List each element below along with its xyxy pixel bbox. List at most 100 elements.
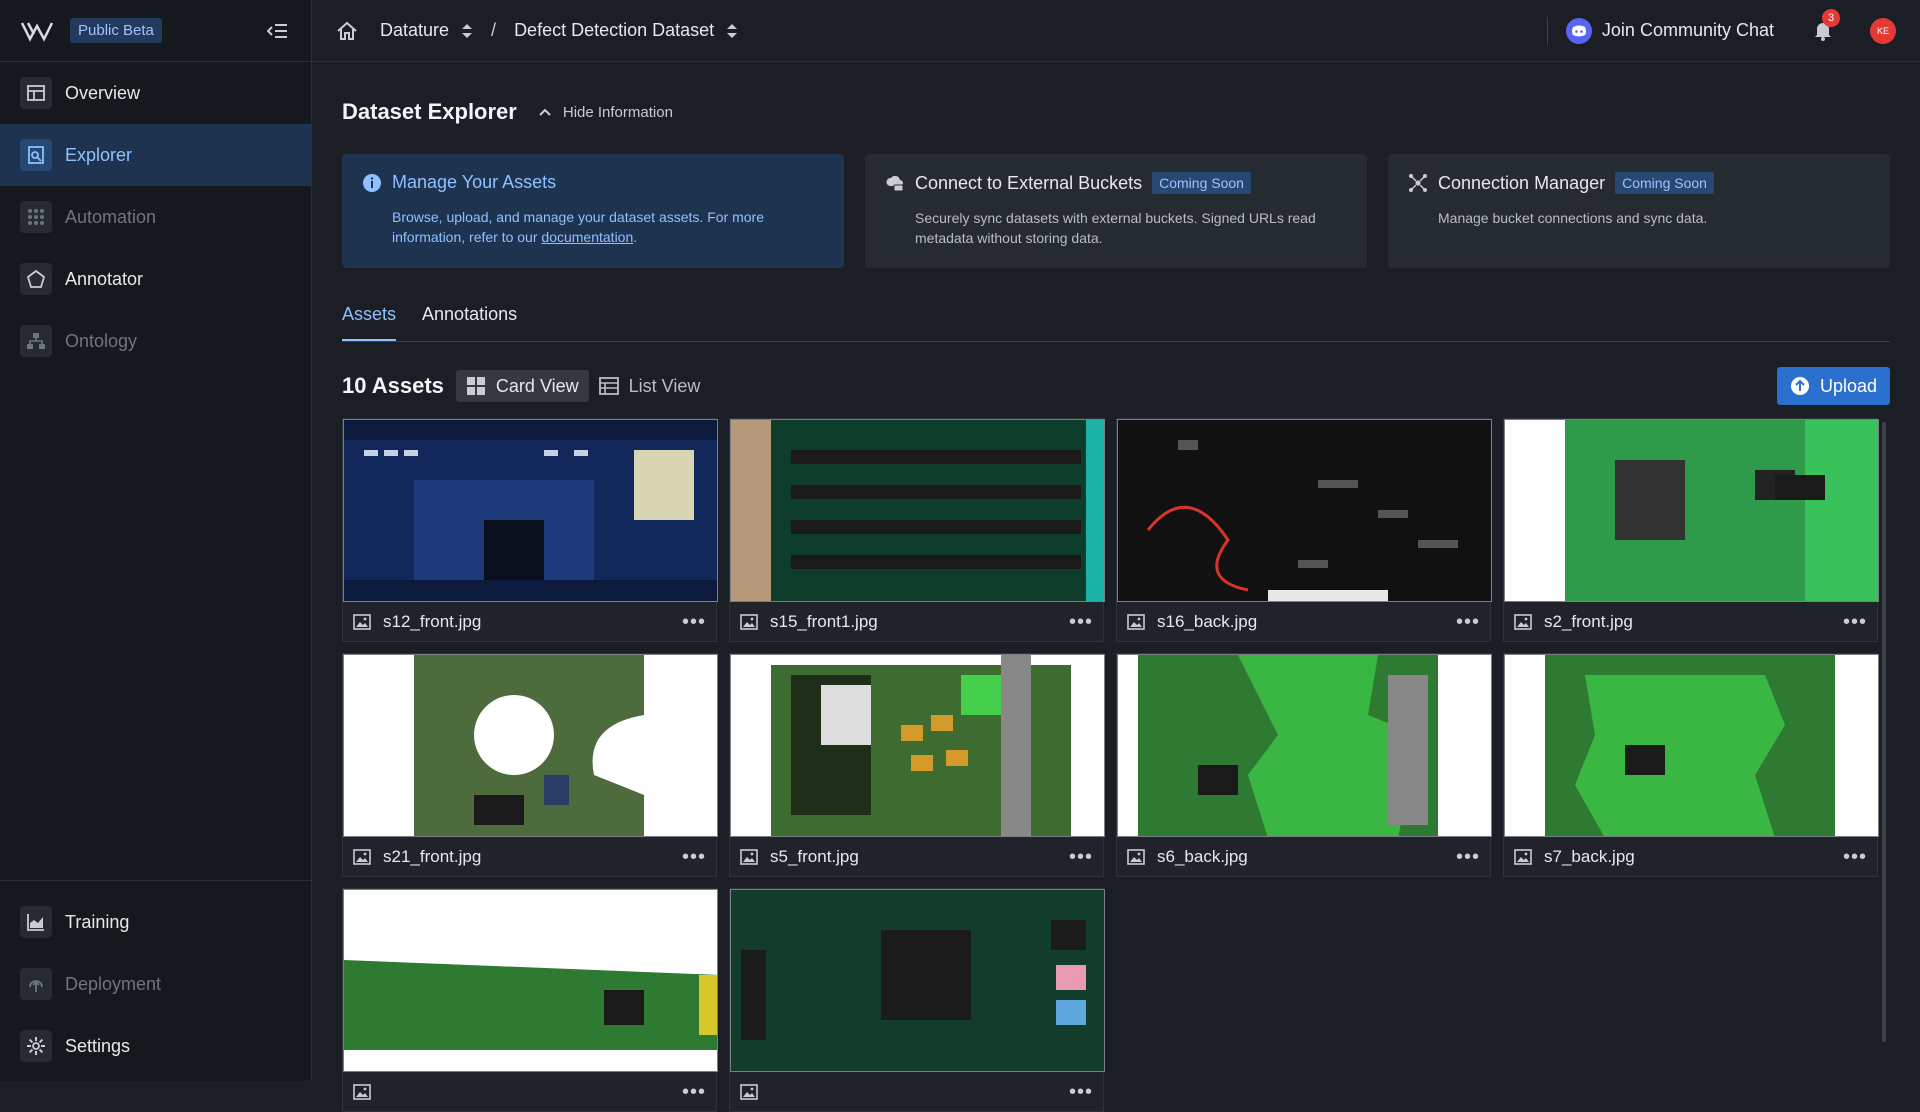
overview-icon bbox=[20, 77, 52, 109]
card-title: Connect to External Buckets bbox=[915, 172, 1143, 193]
more-options-icon[interactable]: ••• bbox=[1069, 846, 1093, 869]
asset-thumbnail[interactable] bbox=[1504, 654, 1879, 837]
card-title: Connection Manager bbox=[1438, 172, 1606, 193]
asset-card[interactable]: s15_front1.jpg ••• bbox=[729, 418, 1105, 642]
card-title: Manage Your Assets bbox=[392, 172, 557, 192]
image-icon bbox=[1514, 849, 1532, 865]
home-icon[interactable] bbox=[336, 21, 358, 41]
sidebar-item-automation[interactable]: Automation bbox=[0, 186, 311, 248]
card-description: Securely sync datasets with external buc… bbox=[915, 210, 1316, 246]
info-icon bbox=[363, 173, 381, 192]
sidebar-item-label: Explorer bbox=[65, 144, 133, 165]
main-content: Dataset Explorer Hide Information Manage… bbox=[342, 62, 1892, 1112]
asset-thumbnail[interactable] bbox=[730, 889, 1105, 1072]
sidebar-item-label: Overview bbox=[65, 82, 141, 103]
list-view-button[interactable]: List View bbox=[589, 370, 711, 402]
sidebar-item-annotator[interactable]: Annotator bbox=[0, 248, 311, 310]
sidebar-item-explorer[interactable]: Explorer bbox=[0, 124, 311, 186]
card-view-label: Card View bbox=[495, 375, 579, 396]
page-title: Dataset Explorer bbox=[342, 99, 517, 124]
breadcrumb-project[interactable]: Datature bbox=[380, 20, 473, 41]
asset-card[interactable]: s5_front.jpg ••• bbox=[729, 653, 1105, 877]
asset-thumbnail[interactable] bbox=[730, 654, 1105, 837]
more-options-icon[interactable]: ••• bbox=[1843, 611, 1867, 634]
tab-assets[interactable]: Assets bbox=[342, 294, 397, 341]
asset-card[interactable]: s2_front.jpg ••• bbox=[1503, 418, 1879, 642]
coming-soon-badge: Coming Soon bbox=[1152, 172, 1251, 194]
sidebar-item-deployment[interactable]: Deployment bbox=[0, 953, 311, 1015]
more-options-icon[interactable]: ••• bbox=[1069, 1081, 1093, 1104]
more-options-icon[interactable]: ••• bbox=[1069, 611, 1093, 634]
card-view-button[interactable]: Card View bbox=[455, 370, 589, 402]
more-options-icon[interactable]: ••• bbox=[1456, 846, 1480, 869]
asset-card[interactable]: ••• bbox=[342, 888, 718, 1112]
asset-card[interactable]: ••• bbox=[729, 888, 1105, 1112]
asset-filename: s5_front.jpg bbox=[770, 847, 859, 866]
asset-card[interactable]: s16_back.jpg ••• bbox=[1116, 418, 1492, 642]
asset-grid: s12_front.jpg ••• s15_front1.jpg ••• s16… bbox=[342, 418, 1892, 1112]
sidebar-item-overview[interactable]: Overview bbox=[0, 62, 311, 124]
image-icon bbox=[353, 614, 371, 630]
tab-annotations[interactable]: Annotations bbox=[422, 294, 517, 341]
sidebar: Public Beta Overview Explorer Automation… bbox=[0, 0, 312, 1081]
more-options-icon[interactable]: ••• bbox=[1456, 611, 1480, 634]
asset-filename: s6_back.jpg bbox=[1157, 847, 1248, 866]
hide-information-toggle[interactable]: Hide Information bbox=[539, 104, 673, 121]
sidebar-item-settings[interactable]: Settings bbox=[0, 1015, 311, 1077]
asset-card[interactable]: s7_back.jpg ••• bbox=[1503, 653, 1879, 877]
image-icon bbox=[740, 849, 758, 865]
asset-footer: s5_front.jpg ••• bbox=[730, 837, 1103, 877]
card-description: Browse, upload, and manage your dataset … bbox=[392, 207, 824, 247]
datature-logo[interactable] bbox=[20, 20, 54, 42]
sidebar-item-label: Settings bbox=[65, 1035, 131, 1056]
more-options-icon[interactable]: ••• bbox=[682, 611, 706, 634]
asset-thumbnail[interactable] bbox=[1504, 419, 1879, 602]
asset-card[interactable]: s21_front.jpg ••• bbox=[342, 653, 718, 877]
connection-icon bbox=[1409, 174, 1427, 192]
join-community-chat-link[interactable]: Join Community Chat bbox=[1602, 20, 1774, 41]
sidebar-item-training[interactable]: Training bbox=[0, 891, 311, 953]
asset-thumbnail[interactable] bbox=[1117, 654, 1492, 837]
explorer-tabs: Assets Annotations bbox=[342, 294, 1890, 342]
sidebar-bottom-nav: Training Deployment Settings bbox=[0, 880, 311, 1081]
divider bbox=[1546, 16, 1548, 45]
chevron-up-icon bbox=[539, 108, 551, 116]
annotator-icon bbox=[20, 263, 52, 295]
training-icon bbox=[20, 906, 52, 938]
breadcrumb-dataset[interactable]: Defect Detection Dataset bbox=[514, 20, 738, 41]
cloud-sync-icon bbox=[886, 175, 904, 192]
asset-footer: s15_front1.jpg ••• bbox=[730, 602, 1103, 642]
upload-label: Upload bbox=[1819, 375, 1877, 396]
asset-card[interactable]: s12_front.jpg ••• bbox=[342, 418, 718, 642]
more-options-icon[interactable]: ••• bbox=[682, 1081, 706, 1104]
upload-button[interactable]: Upload bbox=[1776, 367, 1890, 405]
sidebar-item-label: Deployment bbox=[65, 973, 162, 994]
more-options-icon[interactable]: ••• bbox=[1843, 846, 1867, 869]
asset-card[interactable]: s6_back.jpg ••• bbox=[1116, 653, 1492, 877]
asset-filename: s15_front1.jpg bbox=[770, 612, 878, 631]
sidebar-item-label: Automation bbox=[65, 206, 157, 227]
asset-grid-scrollbar[interactable] bbox=[1882, 422, 1886, 1042]
automation-icon bbox=[20, 201, 52, 233]
sidebar-item-ontology[interactable]: Ontology bbox=[0, 310, 311, 372]
asset-filename: s7_back.jpg bbox=[1544, 847, 1635, 866]
asset-thumbnail[interactable] bbox=[730, 419, 1105, 602]
public-beta-badge: Public Beta bbox=[70, 18, 162, 43]
asset-footer: s21_front.jpg ••• bbox=[343, 837, 716, 877]
coming-soon-badge: Coming Soon bbox=[1615, 172, 1714, 194]
discord-icon[interactable] bbox=[1565, 17, 1592, 44]
asset-footer: s2_front.jpg ••• bbox=[1504, 602, 1877, 642]
asset-footer: ••• bbox=[343, 1072, 716, 1112]
asset-thumbnail[interactable] bbox=[343, 419, 718, 602]
asset-thumbnail[interactable] bbox=[343, 654, 718, 837]
asset-thumbnail[interactable] bbox=[343, 889, 718, 1072]
topbar-actions: Join Community Chat 3 KE bbox=[1546, 8, 1896, 45]
avatar[interactable]: KE bbox=[1870, 17, 1896, 44]
more-options-icon[interactable]: ••• bbox=[682, 846, 706, 869]
connection-manager-card: Connection Manager Coming Soon Manage bu… bbox=[1388, 154, 1890, 268]
documentation-link[interactable]: documentation bbox=[541, 229, 633, 245]
asset-filename: s12_front.jpg bbox=[383, 612, 482, 631]
notifications-button[interactable]: 3 bbox=[1812, 8, 1840, 43]
collapse-sidebar-icon[interactable] bbox=[265, 18, 291, 44]
asset-thumbnail[interactable] bbox=[1117, 419, 1492, 602]
